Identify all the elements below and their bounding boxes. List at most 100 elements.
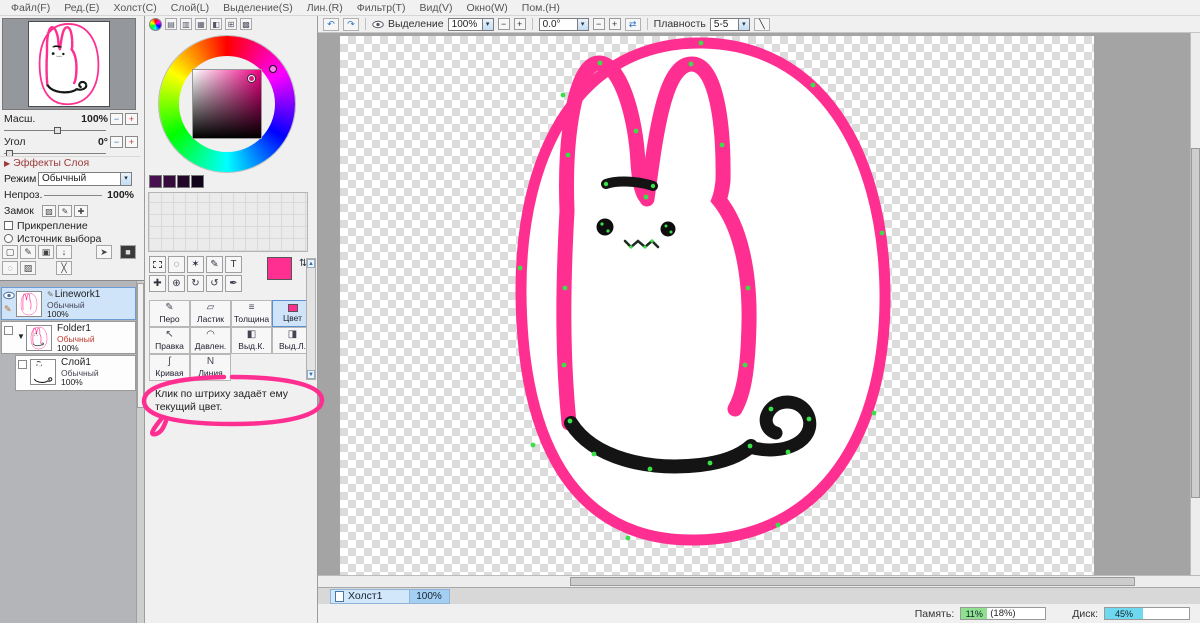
tool-option-eraser[interactable]: ▱ Ластик (190, 300, 231, 327)
vertical-scrollbar[interactable] (1190, 33, 1200, 575)
new-linework-layer-button[interactable]: ✎ (20, 245, 36, 259)
layer-row-folder1[interactable]: ▼ Folder1 Обычный 100% (1, 321, 136, 354)
canvas-viewport[interactable] (318, 33, 1200, 575)
tool-option-line[interactable]: N Линия (190, 354, 231, 381)
swatch-grid[interactable] (148, 192, 308, 252)
canvas-transparency-checker[interactable] (340, 36, 1094, 575)
clipping-checkbox[interactable] (4, 221, 13, 230)
rect-select-tool[interactable] (149, 256, 166, 273)
selection-source-row[interactable]: Источник выбора (0, 232, 140, 246)
lasso-tool[interactable]: ◌ (168, 256, 185, 273)
new-folder-button[interactable]: ▣ (38, 245, 54, 259)
lock-transparency-button[interactable]: ▨ (42, 205, 56, 217)
view-angle-select[interactable]: 0.0° ▾ (538, 17, 589, 31)
scrollbar-thumb[interactable] (570, 577, 1135, 586)
rgb-slider-tab-icon[interactable]: ▤ (165, 18, 177, 30)
menu-canvas[interactable]: Холст(C) (106, 2, 163, 14)
navigator-angle-cw-button[interactable]: + (125, 136, 138, 148)
tool-option-pressure[interactable]: ◠ Давлен. (190, 327, 231, 354)
opacity-slider[interactable] (44, 195, 102, 196)
rotate-view-tool[interactable]: ↻ (187, 275, 204, 292)
rotate-ccw-button[interactable]: − (592, 18, 605, 30)
canvas-tab[interactable]: Холст1 100% (330, 588, 450, 604)
view-zoom-in-button[interactable]: + (513, 18, 526, 30)
clipping-row[interactable]: Прикрепление (0, 219, 140, 233)
tool-panel-scrollbar[interactable]: ▲ ▼ (306, 258, 316, 380)
eyedropper-tool[interactable]: ✒ (225, 275, 242, 292)
zoom-tool[interactable]: ⊕ (168, 275, 185, 292)
view-zoom-out-button[interactable]: − (497, 18, 510, 30)
layer-row-linework1[interactable]: ✎ ✎Linework1 Обычный 100% (1, 287, 136, 320)
scrollbar-thumb[interactable] (1191, 148, 1200, 498)
tool-option-curve[interactable]: ʃ Кривая (149, 354, 190, 381)
reset-view-tool[interactable]: ↺ (206, 275, 223, 292)
delete-layer-button[interactable]: ╳ (56, 261, 72, 275)
lasso-icon: ◌ (173, 259, 180, 270)
clear-layer-button[interactable]: ◌ (2, 261, 18, 275)
scratchpad-tab-icon[interactable]: ⊞ (225, 18, 237, 30)
magic-wand-tool[interactable]: ✶ (187, 256, 204, 273)
tool-option-select-stroke[interactable]: ◧ Выд.К. (231, 327, 272, 354)
folder-expand-arrow[interactable]: ▼ (16, 322, 26, 353)
layer-effects-section[interactable]: ▶ Эффекты Слоя (0, 156, 140, 169)
color-swatch[interactable] (191, 175, 204, 188)
layers-scrollbar[interactable] (136, 281, 144, 623)
texture-tab-icon[interactable]: ▩ (240, 18, 252, 30)
tool-option-edit[interactable]: ↖ Правка (149, 327, 190, 354)
saturation-value-square[interactable] (193, 70, 261, 138)
blend-mode-select[interactable]: Обычный ▾ (38, 172, 132, 186)
tool-option-pen[interactable]: ✎ Перо (149, 300, 190, 327)
transfer-down-button[interactable]: ↓ (56, 245, 72, 259)
scrollbar-thumb[interactable] (137, 283, 144, 408)
menu-linework[interactable]: Лин.(R) (300, 2, 350, 14)
menu-view[interactable]: Вид(V) (412, 2, 459, 14)
color-wheel-tab-icon[interactable] (149, 17, 162, 31)
navigator-zoom-in-button[interactable]: + (125, 113, 138, 125)
panel-options-button[interactable]: ■ (120, 245, 136, 259)
slider-handle[interactable] (54, 127, 61, 134)
layer-row-sloy1[interactable]: Слой1 Обычный 100% (15, 355, 136, 391)
color-swatch[interactable] (177, 175, 190, 188)
mixer-tab-icon[interactable]: ◧ (210, 18, 222, 30)
flip-horizontal-button[interactable]: ⇄ (624, 17, 641, 31)
rotate-cw-button[interactable]: + (608, 18, 621, 30)
navigator-angle-ccw-button[interactable]: − (110, 136, 123, 148)
color-swatch[interactable] (163, 175, 176, 188)
fill-layer-button[interactable]: ▨ (20, 261, 36, 275)
visibility-checkbox[interactable] (18, 360, 27, 369)
scroll-up-arrow-icon[interactable]: ▲ (307, 259, 315, 268)
tool-option-weight[interactable]: ≡ Толщина (231, 300, 272, 327)
redo-button[interactable]: ↷ (343, 17, 359, 31)
visibility-checkbox[interactable] (4, 326, 13, 335)
pin-button[interactable]: ➤ (96, 245, 112, 259)
move-tool[interactable]: ✚ (149, 275, 166, 292)
navigator-zoom-slider[interactable] (4, 127, 106, 134)
menu-edit[interactable]: Ред.(E) (57, 2, 106, 14)
select-pen-tool[interactable]: ✎ (206, 256, 223, 273)
color-swatch[interactable] (149, 175, 162, 188)
swatches-tab-icon[interactable]: ▦ (195, 18, 207, 30)
menu-window[interactable]: Окно(W) (459, 2, 514, 14)
menu-help[interactable]: Пом.(H) (515, 2, 567, 14)
navigator-preview[interactable] (28, 21, 110, 107)
stroke-style-button[interactable]: ╲ (753, 17, 770, 31)
undo-button[interactable]: ↶ (323, 17, 339, 31)
visibility-eye-icon[interactable] (3, 291, 15, 300)
menu-selection[interactable]: Выделение(S) (216, 2, 300, 14)
view-zoom-select[interactable]: 100% ▾ (447, 17, 494, 31)
text-tool[interactable]: T (225, 256, 242, 273)
menu-filter[interactable]: Фильтр(T) (350, 2, 413, 14)
menu-layer[interactable]: Слой(L) (164, 2, 216, 14)
horizontal-scrollbar[interactable] (318, 575, 1200, 587)
selection-source-radio[interactable] (4, 234, 13, 243)
current-color-swatch[interactable] (267, 257, 292, 280)
smoothness-select[interactable]: 5-5 ▾ (709, 17, 750, 31)
navigator-zoom-out-button[interactable]: − (110, 113, 123, 125)
color-wheel[interactable] (159, 36, 295, 172)
hsv-slider-tab-icon[interactable]: ▥ (180, 18, 192, 30)
lock-move-button[interactable]: ✚ (74, 205, 88, 217)
lock-draw-button[interactable]: ✎ (58, 205, 72, 217)
new-layer-button[interactable]: ▢ (2, 245, 18, 259)
menu-file[interactable]: Файл(F) (4, 2, 57, 14)
scroll-down-arrow-icon[interactable]: ▼ (307, 370, 315, 379)
